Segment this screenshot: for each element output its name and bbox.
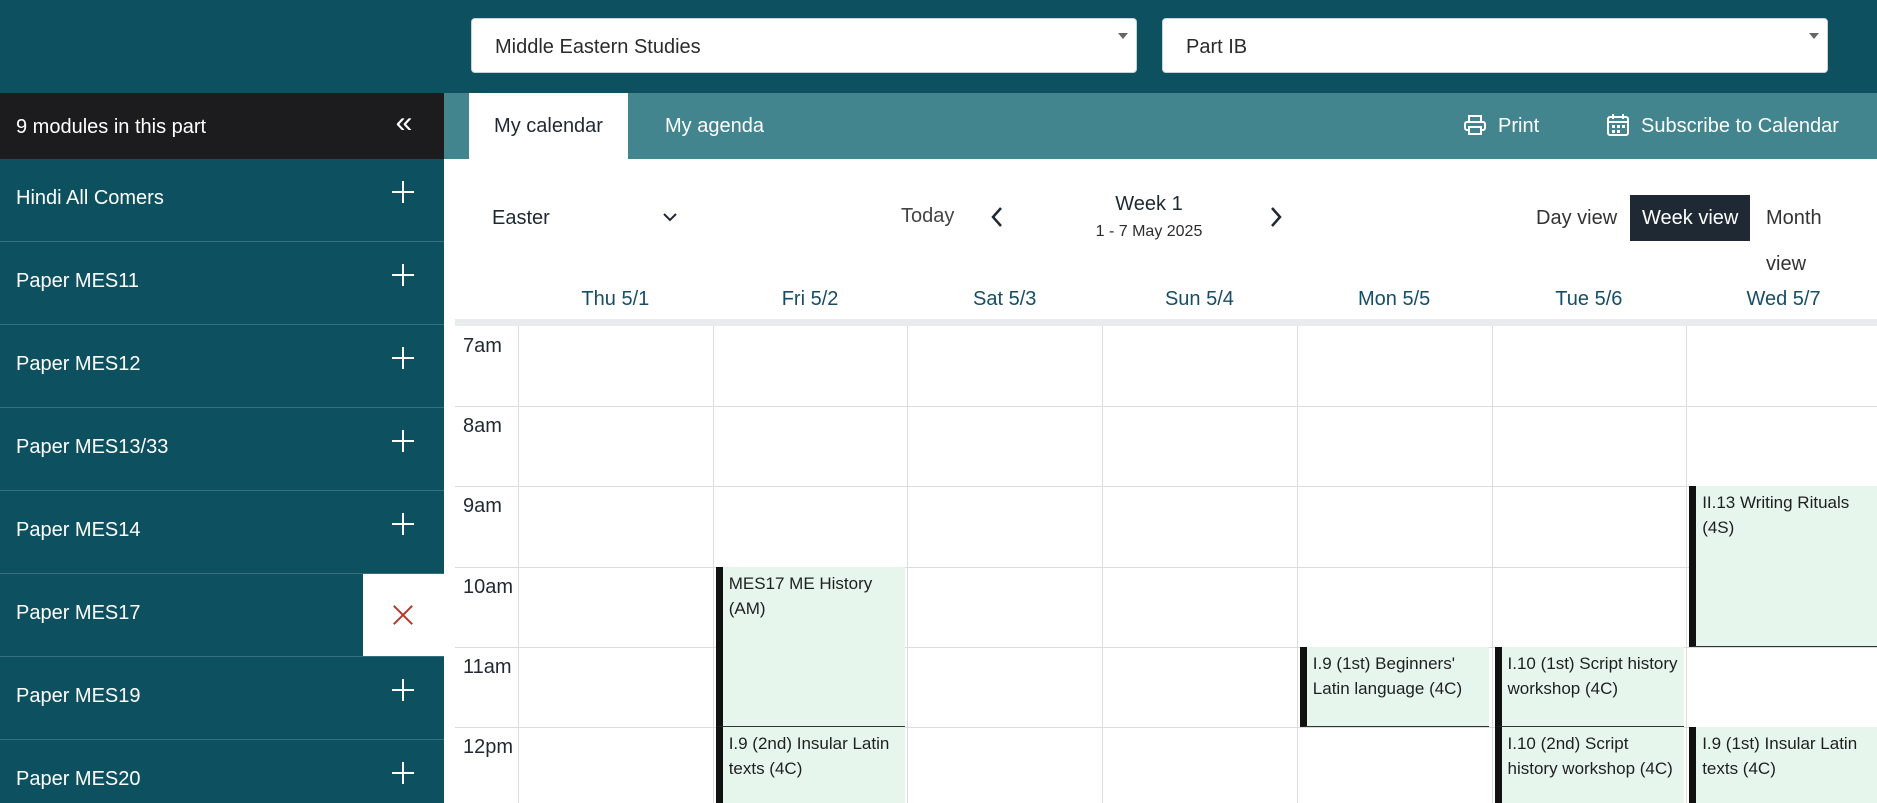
sidebar-item-mes14[interactable]: Paper MES14 (0, 491, 444, 574)
calendar-event[interactable]: I.10 (1st) Script history workshop (4C) (1494, 646, 1685, 727)
view-tab-bar: My calendar My agenda Print Subscribe to… (444, 93, 1877, 159)
grid-column-line (518, 326, 519, 803)
grid-hour-line (455, 566, 1877, 568)
week-range: 1 - 7 May 2025 (1095, 223, 1203, 240)
day-header-fri-5-2: Fri 5/2 (781, 288, 839, 310)
day-header-mon-5-5: Mon 5/5 (1358, 288, 1431, 310)
subject-select[interactable]: Middle Eastern Studies (471, 18, 1137, 73)
sidebar-item-label: Paper MES13/33 (16, 436, 169, 458)
sidebar-item-mes11[interactable]: Paper MES11 (0, 242, 444, 325)
sidebar-header: 9 modules in this part « (0, 93, 444, 159)
calendar-event[interactable]: MES17 ME History (AM) (715, 566, 906, 727)
week-title: Week 1 (1115, 193, 1183, 215)
plus-icon[interactable] (392, 679, 414, 701)
chevron-left-icon[interactable] (989, 205, 1005, 229)
subject-select-value: Middle Eastern Studies (495, 36, 701, 58)
time-label-7am: 7am (463, 335, 502, 357)
calendar-event[interactable]: II.13 Writing Rituals (4S) (1689, 486, 1877, 647)
module-sidebar: 9 modules in this part « Hindi All Comer… (0, 93, 444, 803)
time-label-8am: 8am (463, 415, 502, 438)
subscribe-label: Subscribe to Calendar (1641, 115, 1839, 137)
sidebar-item-label: Paper MES12 (16, 353, 141, 375)
grid-column-line (1296, 326, 1298, 803)
time-label-10am: 10am (463, 575, 514, 598)
sidebar-item-mes17[interactable]: Paper MES17 (0, 574, 444, 657)
sidebar-item-label: Paper MES11 (16, 270, 140, 292)
week-view-button[interactable]: Week view (1630, 195, 1751, 241)
sidebar-item-label: Paper MES14 (16, 519, 141, 541)
time-label-9am: 9am (463, 495, 502, 518)
day-view-button[interactable]: Day view (1524, 195, 1629, 241)
chevron-right-icon[interactable] (1268, 205, 1284, 229)
term-select-value: Easter (492, 207, 550, 229)
double-chevron-left-icon[interactable]: « (390, 106, 418, 140)
plus-icon[interactable] (392, 264, 414, 286)
printer-icon (1464, 114, 1486, 135)
caret-down-icon (1118, 33, 1128, 39)
calendar-controls: Easter Today Week 1 1 - 7 May 2025 Day v… (444, 159, 1877, 279)
time-label-11am: 11am (463, 655, 512, 678)
day-header-sat-5-3: Sat 5/3 (973, 288, 1037, 310)
month-view-button[interactable]: Month view (1754, 195, 1877, 275)
sidebar-item-mes19[interactable]: Paper MES19 (0, 657, 444, 740)
calendar-icon (1607, 113, 1629, 136)
day-header-thu-5-1: Thu 5/1 (581, 288, 650, 310)
sidebar-item-label: Hindi All Comers (16, 187, 164, 209)
calendar-event[interactable]: I.9 (2nd) Insular Latin texts (4C) (715, 727, 906, 803)
top-filter-bar: Middle Eastern Studies Part IB (0, 0, 1877, 93)
time-label-12pm: 12pm (463, 736, 514, 758)
grid-column-line (712, 326, 714, 803)
sidebar-item-label: Paper MES17 (16, 602, 141, 624)
grid-column-line (1102, 326, 1104, 803)
grid-hour-line (455, 486, 1877, 488)
sidebar-item-label: Paper MES19 (16, 685, 141, 707)
part-select[interactable]: Part IB (1162, 18, 1828, 73)
caret-down-icon (1809, 33, 1819, 39)
sidebar-title: 9 modules in this part (16, 116, 207, 138)
subscribe-calendar-button[interactable]: Subscribe to Calendar (1607, 93, 1839, 159)
day-header-wed-5-7: Wed 5/7 (1746, 288, 1821, 310)
tab-my-calendar[interactable]: My calendar (469, 93, 628, 159)
sidebar-item-mes13-33[interactable]: Paper MES13/33 (0, 408, 444, 491)
sidebar-item-hindi-all-comers[interactable]: Hindi All Comers (0, 159, 444, 242)
grid-column-line (1491, 326, 1493, 803)
grid-hour-line (455, 406, 1877, 408)
chevron-down-icon (663, 213, 677, 222)
plus-icon[interactable] (392, 430, 414, 452)
today-button[interactable]: Today (901, 205, 954, 228)
grid-header-divider (455, 319, 1877, 326)
grid-column-line (907, 326, 909, 803)
week-grid: Thu 5/1 Fri 5/2 Sat 5/3 Sun 5/4 Mon 5/5 Tue 5… (455, 279, 1877, 803)
calendar-event[interactable]: I.10 (2nd) Script history workshop (4C) (1494, 727, 1685, 803)
print-label: Print (1498, 115, 1540, 137)
term-select[interactable]: Easter (492, 207, 677, 230)
remove-module-button[interactable] (363, 574, 444, 656)
part-select-value: Part IB (1186, 36, 1248, 58)
tab-my-agenda[interactable]: My agenda (665, 93, 764, 159)
grid-column-line (1686, 326, 1688, 803)
day-header-tue-5-6: Tue 5/6 (1555, 288, 1623, 310)
plus-icon[interactable] (392, 347, 414, 369)
calendar-event[interactable]: I.9 (1st) Insular Latin texts (4C) (1689, 727, 1877, 803)
print-button[interactable]: Print (1464, 93, 1539, 159)
plus-icon[interactable] (392, 181, 414, 203)
sidebar-item-mes20[interactable]: Paper MES20 (0, 740, 444, 803)
day-header-sun-5-4: Sun 5/4 (1164, 288, 1234, 310)
plus-icon[interactable] (392, 762, 414, 784)
sidebar-item-label: Paper MES20 (16, 768, 141, 790)
plus-icon[interactable] (392, 513, 414, 535)
close-icon (392, 604, 414, 626)
sidebar-item-mes12[interactable]: Paper MES12 (0, 325, 444, 408)
calendar-event[interactable]: I.9 (1st) Beginners' Latin language (4C) (1299, 646, 1490, 727)
